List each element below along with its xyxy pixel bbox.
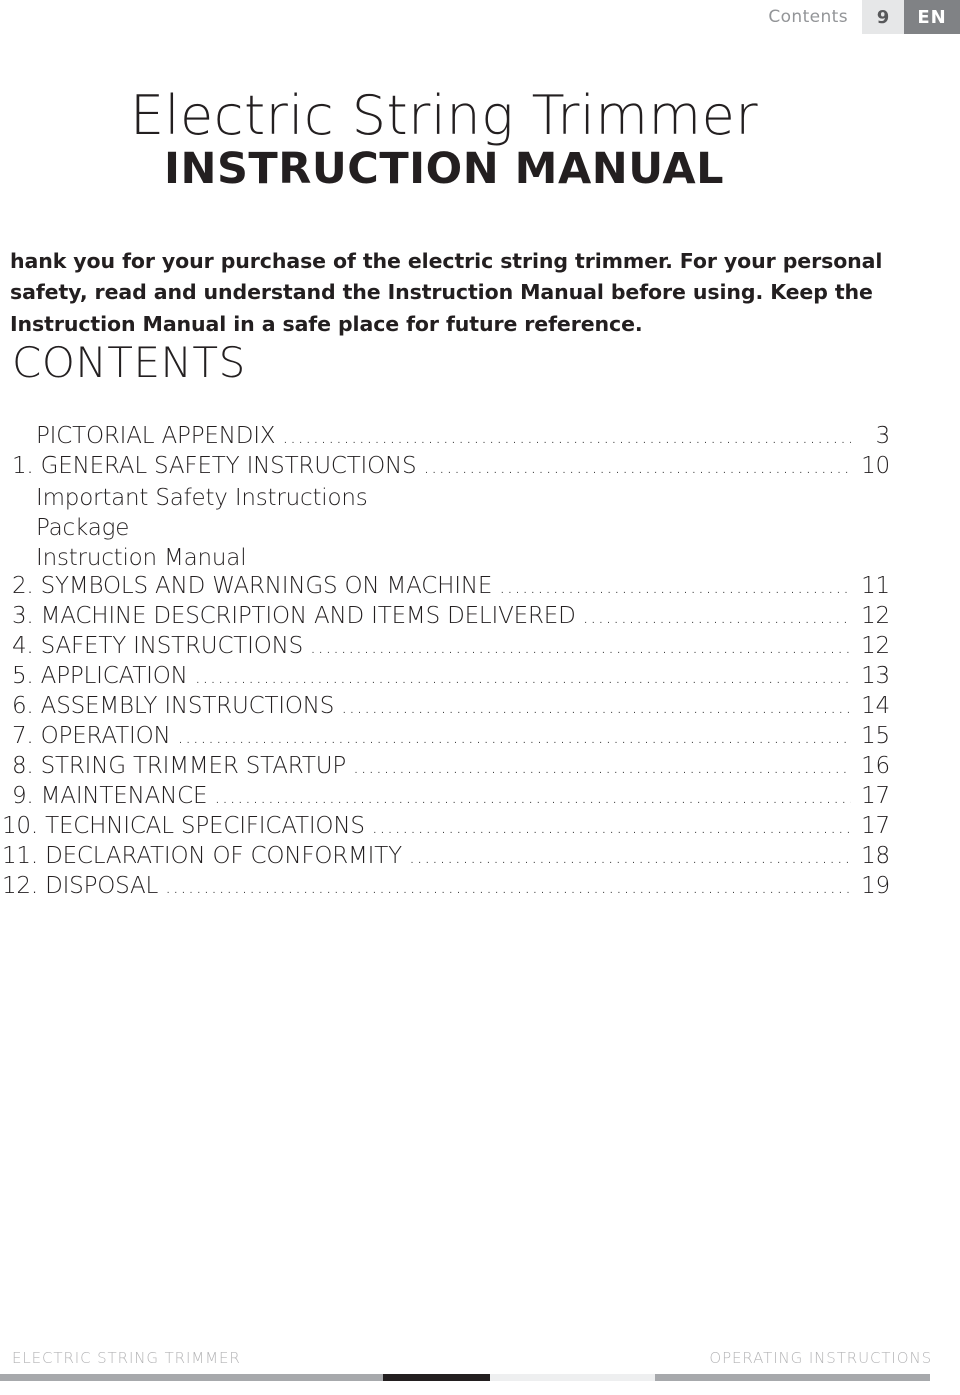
toc-entry-label: 8. STRING TRIMMER STARTUP (12, 753, 346, 779)
toc-dot-leader (136, 512, 851, 535)
toc-entry[interactable]: 5. APPLICATION 13 (12, 662, 890, 692)
toc-entry[interactable]: Package (12, 512, 890, 542)
toc-entry-page: 11 (861, 573, 890, 599)
toc-dot-leader (165, 878, 851, 901)
toc-entry[interactable]: 3. MACHINE DESCRIPTION AND ITEMS DELIVER… (12, 602, 890, 632)
toc-entry-page: 13 (861, 663, 890, 689)
toc-entry[interactable]: 11. DECLARATION OF CONFORMITY 18 (2, 842, 890, 872)
toc-dot-leader (282, 428, 851, 451)
toc-entry[interactable]: PICTORIAL APPENDIX 3 (12, 422, 890, 452)
toc-entry-label: 10. TECHNICAL SPECIFICATIONS (2, 813, 365, 839)
footer-right-label: OPERATING INSTRUCTIONS (709, 1349, 932, 1367)
header-language-badge: EN (904, 0, 960, 34)
toc-entry[interactable]: 6. ASSEMBLY INSTRUCTIONS 14 (12, 692, 890, 722)
page-header: Contents 9 EN (0, 0, 960, 34)
toc-entry-label: 2. SYMBOLS AND WARNINGS ON MACHINE (12, 573, 493, 599)
page-title: Electric String Trimmer (129, 84, 759, 147)
footer-bar-segment-2 (383, 1374, 490, 1381)
table-of-contents: PICTORIAL APPENDIX 3 1. GENERAL SAFETY INS… (2, 422, 890, 902)
toc-dot-leader (178, 728, 852, 751)
footer-bar-segment-4 (655, 1374, 930, 1381)
toc-entry-page: 17 (861, 813, 890, 839)
document-title-block: Electric String Trimmer INSTRUCTION MANU… (0, 88, 888, 192)
toc-entry-label: 6. ASSEMBLY INSTRUCTIONS (12, 693, 335, 719)
toc-entry-page: 16 (861, 753, 890, 779)
toc-entry-label: Package (36, 515, 130, 541)
toc-dot-leader (341, 698, 851, 721)
toc-entry-page: 18 (861, 843, 890, 869)
toc-entry-label: 4. SAFETY INSTRUCTIONS (12, 633, 304, 659)
toc-entry-page: 12 (861, 633, 890, 659)
toc-dot-leader (253, 542, 851, 565)
footer-text-row: ELECTRIC STRING TRIMMER OPERATING INSTRU… (12, 1349, 932, 1367)
toc-entry-page: 17 (861, 783, 890, 809)
toc-dot-leader (375, 482, 852, 505)
toc-dot-leader (583, 608, 851, 631)
toc-dot-leader (423, 458, 851, 481)
toc-entry[interactable]: 8. STRING TRIMMER STARTUP 16 (12, 752, 890, 782)
toc-entry[interactable]: 2. SYMBOLS AND WARNINGS ON MACHINE 11 (12, 572, 890, 602)
page-footer: ELECTRIC STRING TRIMMER OPERATING INSTRU… (0, 1341, 960, 1381)
header-section-label: Contents (768, 7, 848, 27)
toc-entry-page: 3 (875, 423, 891, 449)
toc-entry-label: 1. GENERAL SAFETY INSTRUCTIONS (12, 453, 417, 479)
toc-entry-page: 15 (861, 723, 890, 749)
toc-entry-label: 3. MACHINE DESCRIPTION AND ITEMS DELIVER… (12, 603, 576, 629)
toc-entry-page: 12 (861, 603, 890, 629)
toc-entry-label: 9. MAINTENANCE (12, 783, 208, 809)
toc-entry-page: 14 (861, 693, 890, 719)
toc-entry[interactable]: 4. SAFETY INSTRUCTIONS 12 (12, 632, 890, 662)
toc-dot-leader (310, 638, 851, 661)
toc-entry-label: 12. DISPOSAL (2, 873, 159, 899)
toc-entry-label: Instruction Manual (36, 545, 247, 571)
toc-entry[interactable]: 12. DISPOSAL 19 (2, 872, 890, 902)
toc-entry[interactable]: 10. TECHNICAL SPECIFICATIONS 17 (2, 812, 890, 842)
toc-entry[interactable]: Instruction Manual (12, 542, 890, 572)
toc-dot-leader (409, 848, 851, 871)
footer-left-label: ELECTRIC STRING TRIMMER (12, 1349, 241, 1367)
toc-dot-leader (372, 818, 851, 841)
toc-entry-label: PICTORIAL APPENDIX (36, 423, 276, 449)
toc-entry[interactable]: 1. GENERAL SAFETY INSTRUCTIONS 10 (12, 452, 890, 482)
header-page-number: 9 (862, 0, 904, 34)
toc-entry-page: 19 (861, 873, 890, 899)
contents-heading: CONTENTS (12, 338, 246, 387)
page-subtitle: INSTRUCTION MANUAL (163, 144, 725, 195)
toc-entry-label: 11. DECLARATION OF CONFORMITY (2, 843, 402, 869)
toc-dot-leader (499, 578, 851, 601)
toc-entry-label: 7. OPERATION (12, 723, 171, 749)
intro-paragraph: hank you for your purchase of the electr… (10, 248, 883, 337)
toc-entry[interactable]: 7. OPERATION 15 (12, 722, 890, 752)
toc-entry-label: Important Safety Instructions (36, 485, 368, 511)
toc-entry[interactable]: 9. MAINTENANCE 17 (12, 782, 890, 812)
toc-dot-leader (195, 668, 851, 691)
footer-bar-segment-3 (490, 1374, 655, 1381)
toc-dot-leader (353, 758, 851, 781)
footer-progress-bar (0, 1374, 930, 1381)
toc-entry-page: 10 (861, 453, 890, 479)
toc-entry[interactable]: Important Safety Instructions (12, 482, 890, 512)
footer-bar-segment-1 (0, 1374, 383, 1381)
toc-entry-label: 5. APPLICATION (12, 663, 188, 689)
toc-dot-leader (214, 788, 851, 811)
